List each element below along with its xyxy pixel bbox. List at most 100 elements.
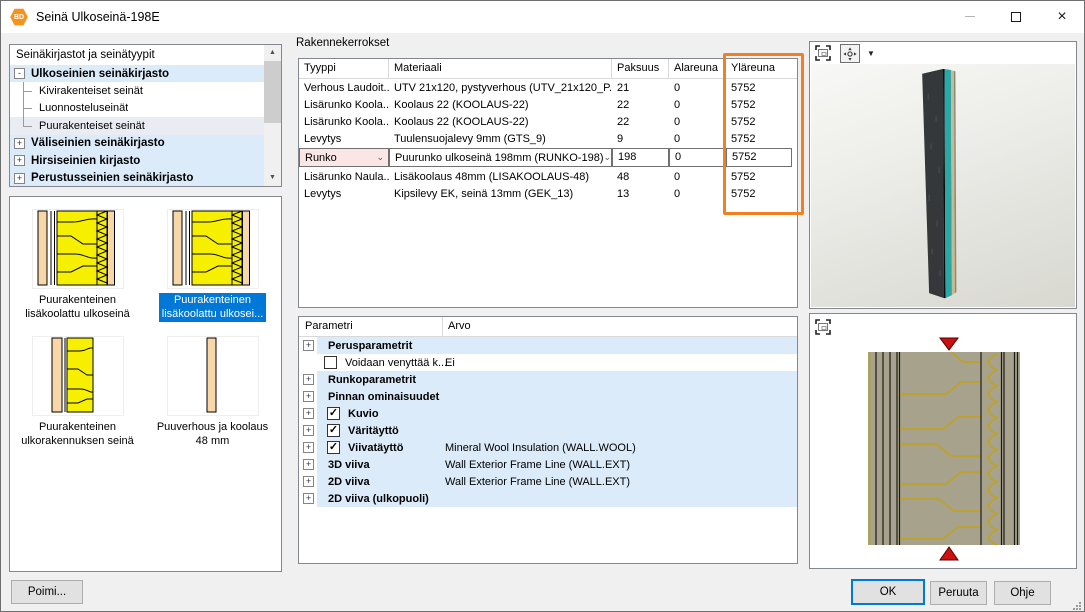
col-alareuna[interactable]: Alareuna — [669, 59, 726, 78]
expand-toggle-icon[interactable]: + — [303, 425, 314, 436]
fit-view-icon[interactable] — [814, 44, 832, 62]
parameter-row[interactable]: Voidaan venyttää k...Ei — [299, 354, 797, 371]
expand-toggle-icon[interactable]: + — [303, 476, 314, 487]
expand-toggle-icon[interactable]: + — [14, 173, 25, 184]
scroll-up-icon[interactable]: ▲ — [264, 45, 281, 61]
layer-material-cell: Lisäkoolaus 48mm (LISAKOOLAUS-48) — [389, 171, 612, 183]
layer-row-selected[interactable]: Runko⌄Puurunko ulkoseinä 198mm (RUNKO-19… — [299, 147, 797, 168]
tree-item[interactable]: Luonnosteluseinät — [10, 100, 281, 117]
wall-section-drawing — [811, 334, 1075, 567]
preview-toolbar: ▼ — [810, 42, 1076, 64]
expand-toggle-icon[interactable]: + — [303, 459, 314, 470]
preview-3d-viewport[interactable] — [811, 64, 1075, 307]
expand-toggle-icon[interactable]: + — [14, 138, 25, 149]
col-materiaali[interactable]: Materiaali — [389, 59, 612, 78]
checkbox-checked-icon[interactable]: ✓ — [327, 407, 340, 420]
preview-2d-viewport[interactable] — [811, 334, 1075, 567]
parameter-row[interactable]: +Perusparametrit — [299, 337, 797, 354]
poimi-button[interactable]: Poimi... — [11, 580, 83, 604]
layers-table-header: Tyyppi Materiaali Paksuus Alareuna Yläre… — [299, 59, 797, 79]
thickness-input[interactable]: 198 — [612, 148, 669, 167]
wall-type-thumbnail[interactable]: Puurakenteinenlisäkoolattu ulkoseinä — [10, 209, 145, 322]
expand-toggle-icon[interactable]: + — [303, 408, 314, 419]
wall-type-label-line2: lisäkoolattu ulkosei... — [162, 308, 264, 322]
combo-value: Puurunko ulkoseinä 198mm (RUNKO-198) — [395, 152, 603, 164]
pan-icon — [843, 47, 857, 61]
col-ylareuna[interactable]: Yläreuna — [726, 59, 797, 78]
expand-toggle-icon[interactable]: + — [14, 155, 25, 166]
col-arvo[interactable]: Arvo — [448, 320, 471, 332]
parameter-row[interactable]: + Runkoparametrit — [299, 371, 797, 388]
layer-row[interactable]: Lisärunko Naula...Lisäkoolaus 48mm (LISA… — [299, 168, 797, 185]
close-button[interactable]: × — [1039, 1, 1085, 32]
expand-toggle-icon[interactable]: - — [14, 68, 25, 79]
checkbox-unchecked-icon[interactable] — [324, 356, 337, 369]
tree-item[interactable]: +Hirsiseinien kirjasto — [10, 152, 281, 169]
col-paksuus[interactable]: Paksuus — [612, 59, 669, 78]
tree-item[interactable]: +Väliseinien seinäkirjasto — [10, 135, 281, 152]
scrollbar-thumb[interactable] — [264, 61, 281, 123]
parameter-row[interactable]: +✓Kuvio — [299, 405, 797, 422]
dropdown-arrow-icon[interactable]: ▼ — [867, 49, 875, 58]
pan-button[interactable] — [840, 44, 860, 63]
layer-row[interactable]: Lisärunko Koola...Koolaus 22 (KOOLAUS-22… — [299, 96, 797, 113]
top-edge-input[interactable]: 5752 — [726, 148, 792, 167]
layer-row[interactable]: Lisärunko Koola...Koolaus 22 (KOOLAUS-22… — [299, 113, 797, 130]
layer-material-cell: UTV 21x120, pystyverhous (UTV_21x120_P..… — [389, 82, 612, 94]
expand-toggle-icon[interactable]: + — [303, 374, 314, 385]
cancel-button[interactable]: Peruuta — [930, 581, 987, 605]
bottom-edge-input[interactable]: 0 — [669, 148, 726, 167]
parameter-row[interactable]: + ✓ Väritäyttö — [299, 422, 797, 439]
tree-item[interactable]: -Ulkoseinien seinäkirjasto — [10, 65, 281, 82]
tree-item[interactable]: +Perustusseinien seinäkirjasto — [10, 169, 281, 186]
layer-top-edge-cell: 5752 — [726, 99, 797, 111]
expand-toggle-icon[interactable]: + — [303, 340, 314, 351]
parameter-row[interactable]: +✓ViivatäyttöMineral Wool Insulation (WA… — [299, 439, 797, 456]
wall-type-thumbnail[interactable]: Puurakenteinenlisäkoolattu ulkosei... — [145, 209, 280, 322]
col-tyyppi[interactable]: Tyyppi — [299, 59, 389, 78]
expand-toggle-icon[interactable]: + — [303, 442, 314, 453]
minimize-button[interactable] — [947, 1, 993, 32]
layer-row[interactable]: LevytysTuulensuojalevy 9mm (GTS_9)905752 — [299, 130, 797, 147]
resize-grip[interactable] — [1073, 598, 1082, 607]
wall-type-label-line2: 48 mm — [157, 435, 268, 449]
parameter-label: Väritäyttö — [348, 425, 399, 437]
layer-row[interactable]: Verhous Laudoit...UTV 21x120, pystyverho… — [299, 79, 797, 96]
checkbox-checked-icon[interactable]: ✓ — [327, 441, 340, 454]
parameter-label: Runkoparametrit — [328, 374, 416, 386]
wall-type-thumbnail[interactable]: Puuverhous ja koolaus48 mm — [145, 336, 280, 449]
minimize-icon — [965, 16, 975, 17]
layer-material-combobox[interactable]: Puurunko ulkoseinä 198mm (RUNKO-198)⌄ — [389, 148, 612, 167]
expand-toggle-icon[interactable]: + — [303, 391, 314, 402]
parameters-table: Parametri Arvo +PerusparametritVoidaan v… — [298, 316, 798, 564]
layer-type-cell: Verhous Laudoit... — [299, 82, 389, 94]
layer-material-cell: Tuulensuojalevy 9mm (GTS_9) — [389, 133, 612, 145]
help-button[interactable]: Ohje — [994, 581, 1051, 605]
parameter-row[interactable]: +3D viivaWall Exterior Frame Line (WALL.… — [299, 456, 797, 473]
scroll-down-icon[interactable]: ▼ — [264, 170, 281, 186]
expand-toggle-icon[interactable]: + — [303, 493, 314, 504]
maximize-icon — [1011, 12, 1021, 22]
parameter-row[interactable]: +Pinnan ominaisuudet — [299, 388, 797, 405]
parameter-row[interactable]: +2D viiva (ulkopuoli) — [299, 490, 797, 507]
tree-scrollbar[interactable]: ▲ ▼ — [264, 45, 281, 186]
ok-button[interactable]: OK — [851, 579, 925, 605]
wall-type-image — [32, 209, 124, 289]
checkbox-checked-icon[interactable]: ✓ — [327, 424, 340, 437]
tree-item[interactable]: Kivirakenteiset seinät — [10, 82, 281, 99]
parameter-row[interactable]: +2D viivaWall Exterior Frame Line (WALL.… — [299, 473, 797, 490]
parameter-value: Wall Exterior Frame Line (WALL.EXT) — [445, 476, 630, 488]
parameters-table-header: Parametri Arvo — [299, 317, 797, 337]
preview-2d-panel — [809, 313, 1077, 569]
maximize-button[interactable] — [993, 1, 1039, 32]
wall-3d-model — [811, 64, 1075, 307]
parameter-label: 3D viiva — [328, 459, 370, 471]
layer-row[interactable]: LevytysKipsilevy EK, seinä 13mm (GEK_13)… — [299, 185, 797, 202]
parameter-label: Viivatäyttö — [348, 442, 403, 454]
wall-type-label-line1: Puurakenteinen — [162, 294, 264, 308]
wall-type-thumbnail[interactable]: Puurakenteinenulkorakennuksen seinä — [10, 336, 145, 449]
col-parametri[interactable]: Parametri — [305, 320, 353, 332]
tree-header: Seinäkirjastot ja seinätyypit — [10, 45, 281, 65]
tree-item[interactable]: Puurakenteiset seinät — [10, 117, 281, 134]
layer-type-combobox[interactable]: Runko⌄ — [299, 148, 389, 167]
